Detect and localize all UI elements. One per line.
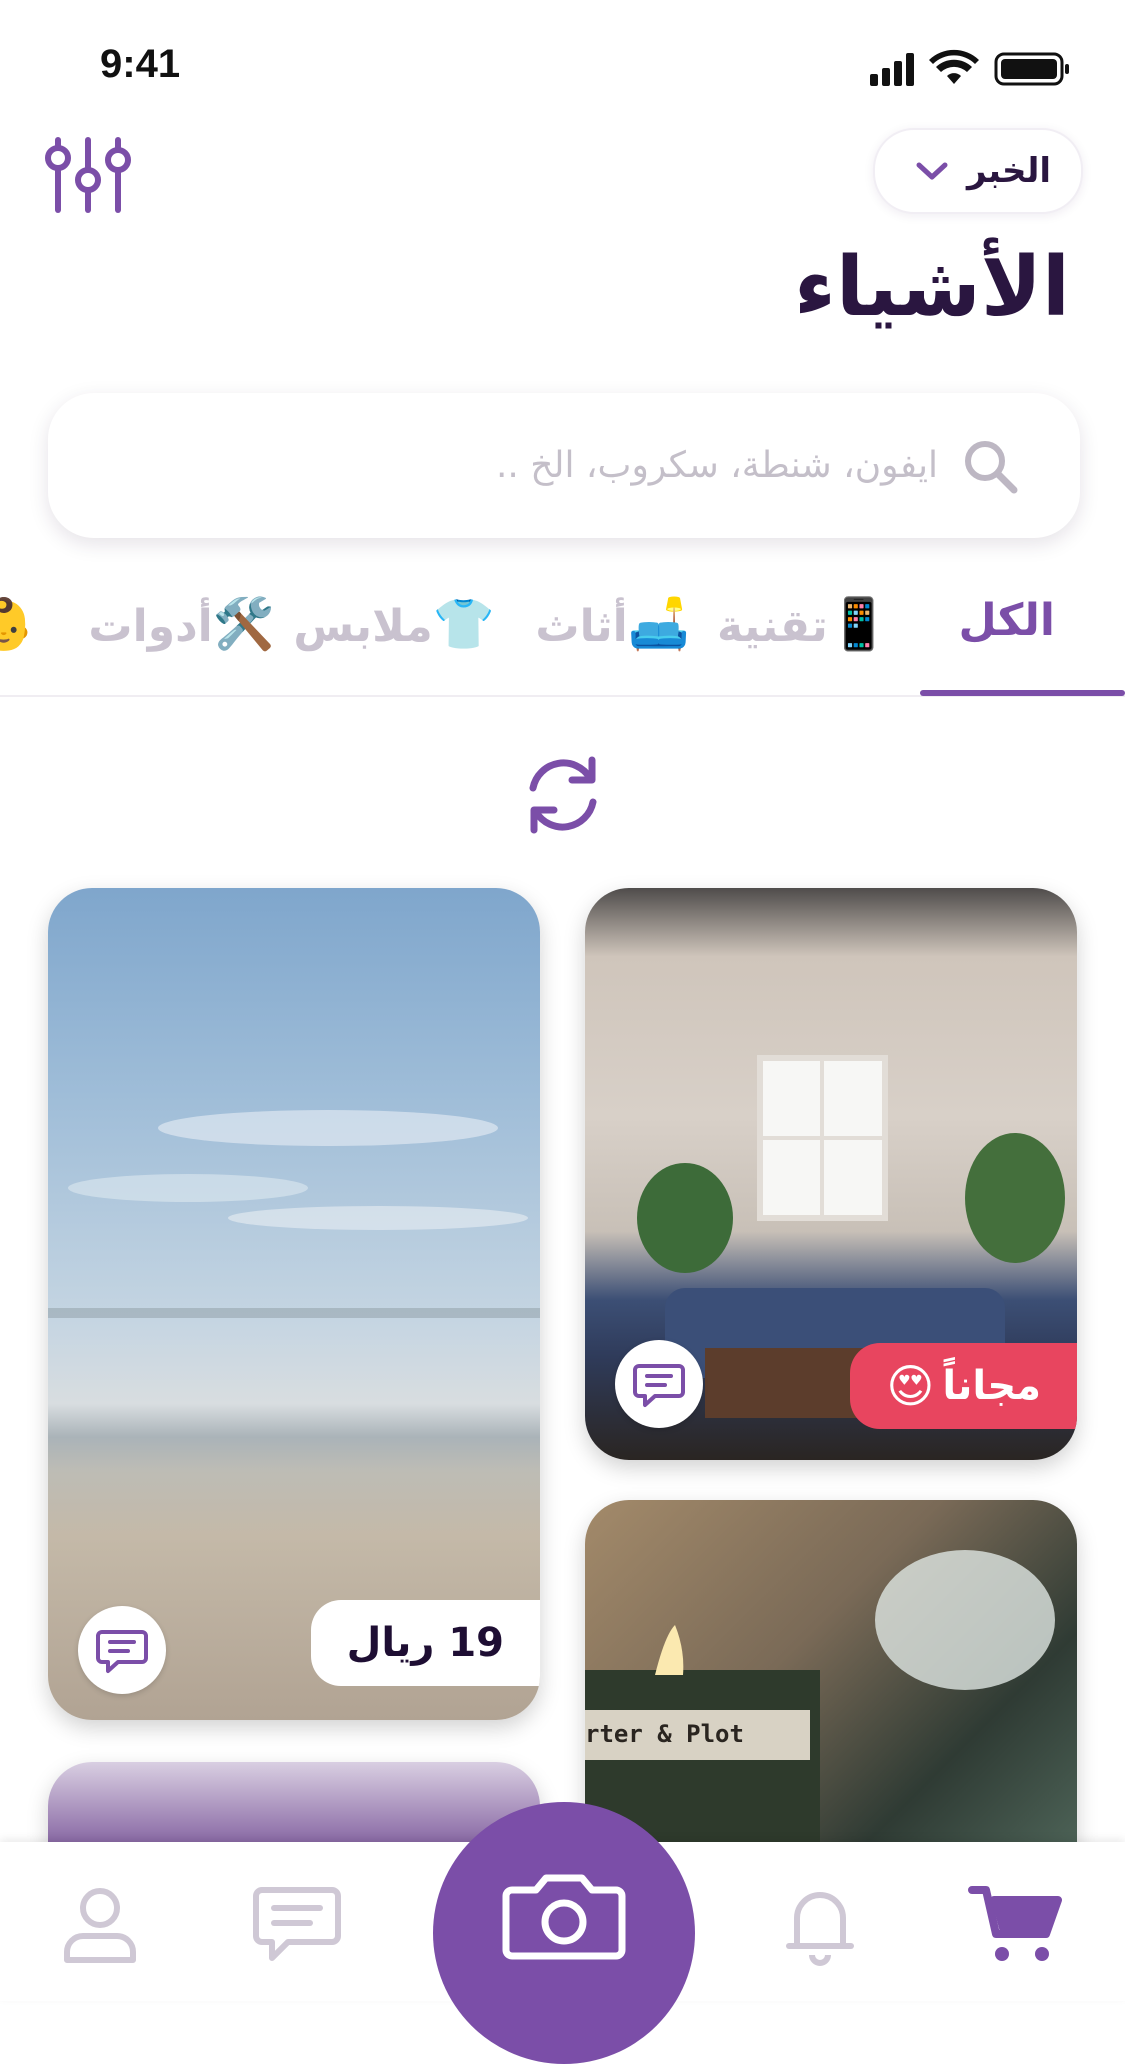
price-tag: 19 ريال	[310, 1600, 540, 1686]
candle-label: rter & Plot	[585, 1720, 744, 1748]
user-icon[interactable]	[55, 1880, 145, 1970]
status-time: 9:41	[100, 42, 181, 86]
chat-button[interactable]	[78, 1606, 166, 1694]
chat-bubble-icon	[96, 1630, 148, 1673]
tab-tools[interactable]: 🛠️أدوات	[88, 595, 275, 654]
tab-label: ملابس	[293, 601, 433, 652]
tab-label: تقنية	[716, 601, 828, 652]
chat-button[interactable]	[615, 1340, 703, 1428]
shirt-icon: 👕	[432, 595, 495, 653]
tab-clothes[interactable]: 👕ملابس	[293, 595, 495, 654]
bell-icon[interactable]	[775, 1880, 865, 1970]
tab-baby[interactable]: 👶	[0, 595, 35, 654]
refresh-icon[interactable]	[518, 750, 608, 840]
heart-eyes-icon: 😍	[886, 1359, 935, 1413]
messages-icon[interactable]	[252, 1880, 342, 1970]
tools-icon: 🛠️	[212, 595, 275, 653]
active-tab-indicator	[920, 690, 1125, 696]
tab-label: أثاث	[535, 601, 628, 652]
chat-bubble-icon	[633, 1364, 685, 1407]
camera-button[interactable]	[433, 1802, 695, 2064]
couch-icon: 🛋️	[627, 595, 690, 653]
city-dropdown[interactable]: الخبر	[873, 128, 1083, 214]
search-bar[interactable]	[48, 393, 1080, 538]
listing-image	[48, 1110, 540, 1318]
camera-icon	[502, 1874, 626, 1960]
tab-label: الكل	[958, 595, 1055, 646]
price-label: 19 ريال	[346, 1620, 504, 1666]
tab-all[interactable]: الكل	[959, 595, 1055, 646]
wifi-icon	[929, 49, 979, 84]
signal-icon	[870, 53, 914, 86]
status-icons	[870, 49, 1069, 86]
baby-icon: 👶	[0, 595, 35, 653]
listing-card-beach[interactable]: 19 ريال	[48, 888, 540, 1720]
search-input[interactable]	[48, 444, 940, 487]
sliders-icon[interactable]	[40, 130, 140, 220]
chevron-down-icon	[916, 162, 948, 180]
search-icon	[965, 440, 1018, 493]
tab-tech[interactable]: 📱تقنية	[717, 595, 890, 654]
listing-card-candle[interactable]: rter & Plot	[585, 1500, 1077, 1900]
tab-furniture[interactable]: 🛋️أثاث	[535, 595, 690, 654]
battery-icon	[994, 52, 1069, 86]
listing-image	[585, 1550, 1055, 1900]
free-tag: مجاناً 😍	[850, 1343, 1077, 1429]
tab-label: أدوات	[88, 601, 213, 652]
listing-card-bedroom[interactable]: مجاناً 😍	[585, 888, 1077, 1460]
page-title: الأشياء	[794, 240, 1070, 335]
price-label: مجاناً	[942, 1363, 1041, 1409]
phone-icon: 📱	[827, 595, 890, 653]
cart-icon[interactable]	[968, 1880, 1068, 1970]
city-label: الخبر	[967, 151, 1051, 191]
category-tabs: الكل 📱تقنية 🛋️أثاث 👕ملابس 🛠️أدوات 👶	[0, 555, 1125, 697]
